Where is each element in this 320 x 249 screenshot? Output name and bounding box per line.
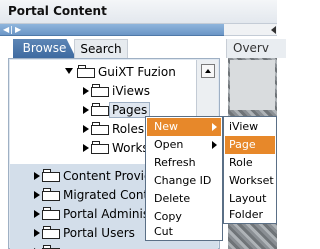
overview-nav bbox=[224, 24, 277, 36]
folder-icon bbox=[91, 84, 109, 97]
tab-overview[interactable]: Overv bbox=[226, 39, 286, 58]
folder-icon bbox=[77, 65, 95, 78]
expand-arrow-icon[interactable] bbox=[34, 210, 40, 218]
submenu-arrow-icon bbox=[212, 141, 217, 149]
expand-arrow-icon[interactable] bbox=[34, 172, 40, 180]
expand-arrow-icon[interactable] bbox=[83, 144, 89, 152]
folder-icon bbox=[91, 103, 109, 116]
nav-strip[interactable]: ◀ ▶ bbox=[0, 24, 224, 36]
tree-node-guixt-fuzion[interactable]: GuiXT Fuzion bbox=[65, 63, 195, 81]
expand-arrow-icon[interactable] bbox=[34, 191, 40, 199]
tree-node-label: Roles bbox=[112, 122, 145, 136]
menu-item-label: Open bbox=[154, 138, 184, 151]
submenu-item-page[interactable]: Page bbox=[225, 136, 275, 154]
expand-arrow-icon[interactable] bbox=[34, 229, 40, 237]
menu-item-label: New bbox=[154, 120, 178, 133]
tree-node-label: iViews bbox=[112, 84, 151, 98]
expand-arrow-icon[interactable] bbox=[65, 68, 73, 74]
window-title: Portal Content bbox=[8, 4, 107, 18]
folder-icon bbox=[42, 188, 60, 201]
submenu-item-workset[interactable]: Workset bbox=[225, 172, 275, 190]
folder-icon bbox=[42, 226, 60, 239]
title-bar: Portal Content bbox=[0, 0, 277, 24]
menu-item-cut[interactable]: Cut bbox=[147, 223, 221, 241]
expand-arrow-icon[interactable] bbox=[83, 106, 89, 114]
tree-node-label: Portal Users bbox=[63, 226, 135, 240]
nav-right-arrow-icon[interactable]: ▶ bbox=[15, 24, 21, 36]
tab-search[interactable]: Search bbox=[74, 39, 128, 58]
scroll-up-button[interactable] bbox=[201, 64, 215, 78]
submenu-item-folder[interactable]: Folder bbox=[225, 206, 275, 224]
expand-arrow-icon[interactable] bbox=[83, 125, 89, 133]
nav-grip-icon bbox=[11, 26, 12, 34]
menu-item-change-id[interactable]: Change ID bbox=[147, 172, 221, 190]
folder-icon bbox=[91, 122, 109, 135]
folder-icon bbox=[42, 245, 60, 249]
tree-node-label: GuiXT Fuzion bbox=[98, 65, 176, 79]
folder-icon bbox=[42, 169, 60, 182]
submenu-item-role[interactable]: Role bbox=[225, 154, 275, 172]
tree-node-unlabeled[interactable] bbox=[34, 243, 219, 249]
scroll-up-icon bbox=[205, 69, 211, 73]
preview-image bbox=[230, 60, 275, 110]
folder-icon bbox=[42, 207, 60, 220]
new-submenu: iView Page Role Workset Layout Folder bbox=[223, 116, 277, 224]
collapse-arrow-icon[interactable] bbox=[271, 26, 276, 34]
tree-node-iviews[interactable]: iViews bbox=[83, 82, 193, 100]
tab-bar: Browse Search Overv bbox=[0, 36, 286, 58]
context-menu: New Open Refresh Change ID Delete Copy C… bbox=[145, 116, 223, 241]
tab-browse[interactable]: Browse bbox=[13, 39, 76, 58]
nav-left-arrow-icon[interactable]: ◀ bbox=[3, 24, 9, 36]
menu-item-refresh[interactable]: Refresh bbox=[147, 154, 221, 172]
submenu-arrow-icon bbox=[212, 123, 217, 131]
menu-item-new[interactable]: New bbox=[147, 118, 221, 136]
folder-icon bbox=[91, 141, 109, 154]
expand-arrow-icon[interactable] bbox=[83, 87, 89, 95]
menu-item-delete[interactable]: Delete bbox=[147, 190, 221, 208]
menu-item-open[interactable]: Open bbox=[147, 136, 221, 154]
submenu-item-iview[interactable]: iView bbox=[225, 118, 275, 136]
